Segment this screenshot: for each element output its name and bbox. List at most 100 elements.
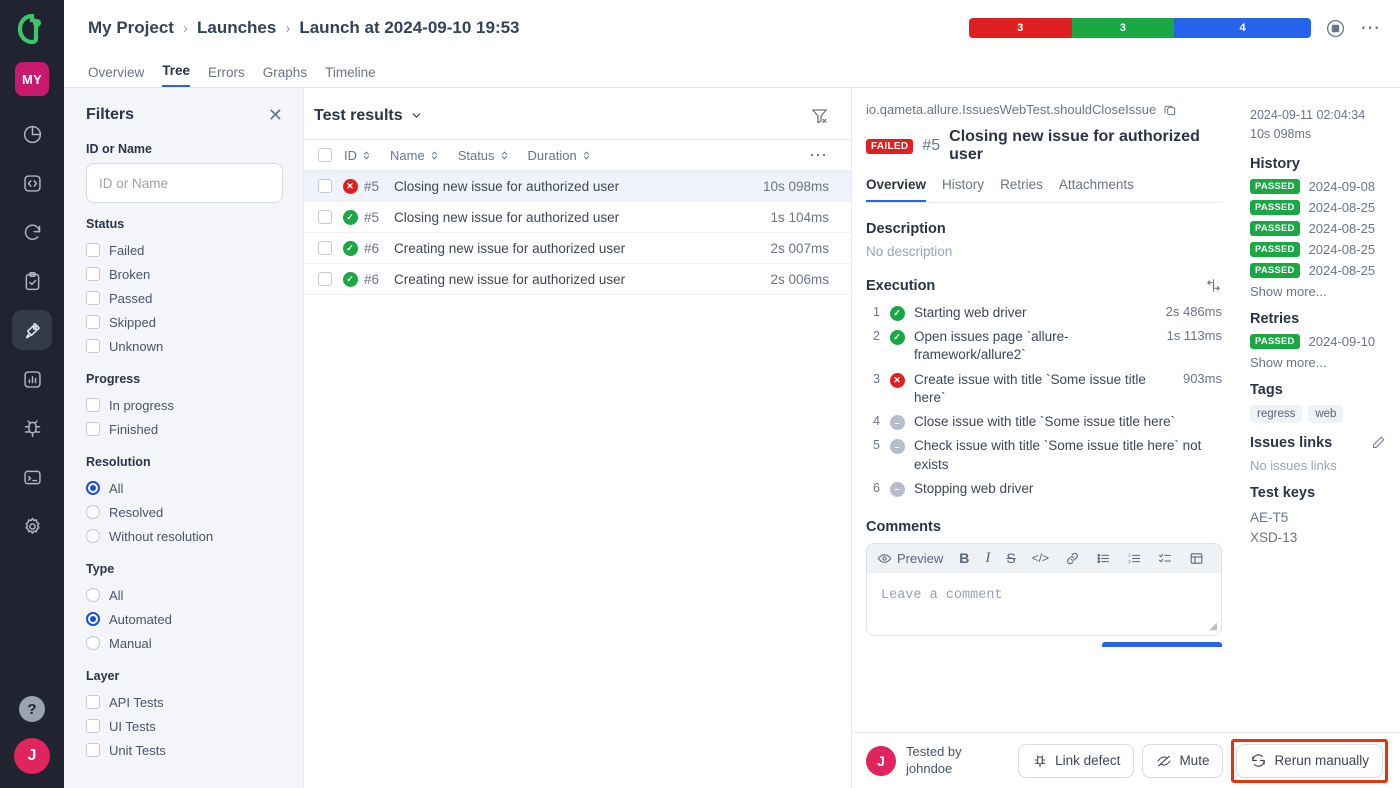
filter-option-failed[interactable]: Failed <box>86 238 283 262</box>
tag-item[interactable]: web <box>1308 404 1344 423</box>
link-defect-button[interactable]: Link defect <box>1018 743 1135 778</box>
bold-button[interactable]: B <box>959 550 969 566</box>
execution-step[interactable]: 3 ✕ Create issue with title `Some issue … <box>866 368 1222 410</box>
tab-overview[interactable]: Overview <box>866 177 927 202</box>
retries-show-more[interactable]: Show more... <box>1250 355 1386 370</box>
tag-item[interactable]: regress <box>1250 404 1303 423</box>
row-checkbox[interactable] <box>314 210 336 224</box>
checkbox-icon[interactable] <box>86 719 100 733</box>
rail-item-code[interactable] <box>12 163 52 203</box>
italic-button[interactable]: I <box>985 550 990 567</box>
mute-button[interactable]: Mute <box>1142 743 1224 778</box>
checkbox-icon[interactable] <box>86 315 100 329</box>
rerun-manually-button[interactable]: Rerun manually <box>1236 743 1383 778</box>
status-segment-failed[interactable]: 3 <box>969 18 1072 38</box>
radio-icon[interactable] <box>86 505 100 519</box>
results-title-dropdown[interactable]: Test results <box>314 107 423 125</box>
filter-option-finished[interactable]: Finished <box>86 417 283 441</box>
tab-graphs[interactable]: Graphs <box>263 65 307 87</box>
tab-timeline[interactable]: Timeline <box>325 65 376 87</box>
checkbox-icon[interactable] <box>86 743 100 757</box>
tab-errors[interactable]: Errors <box>208 65 245 87</box>
filter-clear-icon[interactable] <box>810 106 829 125</box>
rail-item-defects[interactable] <box>12 408 52 448</box>
filter-option-in-progress[interactable]: In progress <box>86 393 283 417</box>
history-show-more[interactable]: Show more... <box>1250 284 1386 299</box>
filter-option-resolved[interactable]: Resolved <box>86 500 283 524</box>
status-segment-passed[interactable]: 3 <box>1071 18 1175 38</box>
row-checkbox[interactable] <box>314 179 336 193</box>
checkbox-icon[interactable] <box>86 339 100 353</box>
strikethrough-button[interactable]: S <box>1006 550 1015 566</box>
checkbox-icon[interactable] <box>86 243 100 257</box>
tab-overview[interactable]: Overview <box>88 65 144 87</box>
column-header-duration[interactable]: Duration <box>528 148 592 163</box>
comment-textarea[interactable]: Leave a comment ◢ <box>867 572 1221 635</box>
table-row[interactable]: ✕ #5 Closing new issue for authorized us… <box>304 171 851 202</box>
resize-handle[interactable]: ◢ <box>1209 621 1217 632</box>
execution-step[interactable]: 2 ✓ Open issues page `allure-framework/a… <box>866 325 1222 367</box>
select-all-checkbox[interactable] <box>314 148 336 162</box>
column-header-status[interactable]: Status <box>458 148 510 163</box>
execution-step[interactable]: 1 ✓ Starting web driver 2s 486ms <box>866 301 1222 325</box>
more-options-icon[interactable]: ⋯ <box>1360 18 1382 38</box>
radio-icon[interactable] <box>86 529 100 543</box>
row-checkbox[interactable] <box>314 241 336 255</box>
tab-tree[interactable]: Tree <box>162 63 191 87</box>
breadcrumb-launch[interactable]: Launch at 2024-09-10 19:53 <box>299 18 519 38</box>
filter-option-unit-tests[interactable]: Unit Tests <box>86 738 283 762</box>
radio-icon[interactable] <box>86 481 100 495</box>
task-list-icon[interactable] <box>1158 551 1173 566</box>
history-entry[interactable]: PASSED 2024-08-25 <box>1250 262 1386 278</box>
stop-circle-icon[interactable] <box>1325 18 1346 39</box>
history-entry[interactable]: PASSED 2024-09-08 <box>1250 178 1386 194</box>
history-entry[interactable]: PASSED 2024-08-25 <box>1250 199 1386 215</box>
column-header-id[interactable]: ID <box>344 148 372 163</box>
column-header-name[interactable]: Name <box>390 148 440 163</box>
filter-option-automated[interactable]: Automated <box>86 607 283 631</box>
checkbox-icon[interactable] <box>86 291 100 305</box>
help-icon[interactable]: ? <box>19 696 45 722</box>
tab-history[interactable]: History <box>942 177 984 202</box>
user-avatar[interactable]: J <box>14 738 50 774</box>
filter-option-type-all[interactable]: All <box>86 583 283 607</box>
checkbox-icon[interactable] <box>86 695 100 709</box>
close-icon[interactable]: ✕ <box>268 106 283 124</box>
filter-option-skipped[interactable]: Skipped <box>86 310 283 334</box>
radio-icon[interactable] <box>86 636 100 650</box>
test-key-item[interactable]: XSD-13 <box>1250 528 1386 549</box>
table-row[interactable]: ✓ #5 Closing new issue for authorized us… <box>304 202 851 233</box>
checkbox-icon[interactable] <box>86 422 100 436</box>
filter-option-api-tests[interactable]: API Tests <box>86 690 283 714</box>
table-more-options-icon[interactable]: ⋯ <box>809 146 829 164</box>
filter-option-ui-tests[interactable]: UI Tests <box>86 714 283 738</box>
preview-toggle[interactable]: Preview <box>877 551 943 566</box>
execution-step[interactable]: 4 – Close issue with title `Some issue t… <box>866 410 1222 434</box>
tab-attachments[interactable]: Attachments <box>1059 177 1134 202</box>
row-checkbox[interactable] <box>314 272 336 286</box>
retry-entry[interactable]: PASSED 2024-09-10 <box>1250 333 1386 349</box>
link-icon[interactable] <box>1065 551 1080 566</box>
rail-item-console[interactable] <box>12 457 52 497</box>
submit-comment-button[interactable] <box>1102 641 1222 647</box>
rail-item-sync[interactable] <box>12 212 52 252</box>
allure-logo-icon[interactable] <box>15 12 49 46</box>
table-row[interactable]: ✓ #6 Creating new issue for authorized u… <box>304 233 851 264</box>
breadcrumb-launches[interactable]: Launches <box>197 18 276 38</box>
tab-retries[interactable]: Retries <box>1000 177 1043 202</box>
breadcrumb-project[interactable]: My Project <box>88 18 174 38</box>
filter-option-resolution-all[interactable]: All <box>86 476 283 500</box>
compare-icon[interactable] <box>1205 277 1222 294</box>
rail-item-settings[interactable] <box>12 506 52 546</box>
filter-option-passed[interactable]: Passed <box>86 286 283 310</box>
test-key-item[interactable]: AE-T5 <box>1250 508 1386 529</box>
history-entry[interactable]: PASSED 2024-08-25 <box>1250 241 1386 257</box>
radio-icon[interactable] <box>86 588 100 602</box>
code-button[interactable]: </> <box>1032 551 1049 565</box>
table-row[interactable]: ✓ #6 Creating new issue for authorized u… <box>304 264 851 295</box>
filter-option-broken[interactable]: Broken <box>86 262 283 286</box>
filter-option-unknown[interactable]: Unknown <box>86 334 283 358</box>
rail-item-launches[interactable] <box>12 310 52 350</box>
pencil-icon[interactable] <box>1371 435 1386 450</box>
checkbox-icon[interactable] <box>86 267 100 281</box>
